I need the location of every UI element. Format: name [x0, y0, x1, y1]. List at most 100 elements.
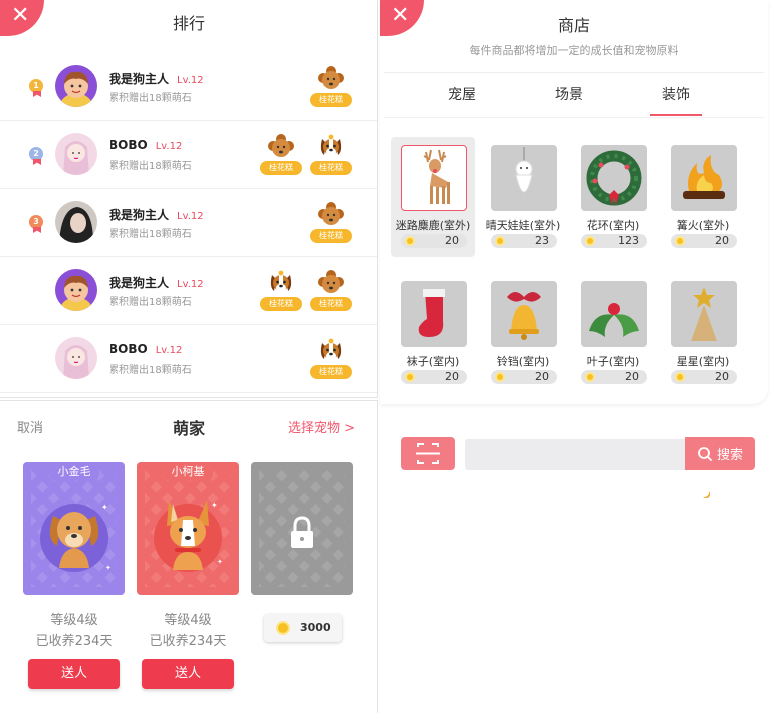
pet-card[interactable]: ✦ ✦ 小金毛	[23, 462, 125, 595]
lock-icon	[259, 470, 345, 587]
unlock-price-value: 3000	[300, 621, 331, 634]
shop-subtitle: 每件商品都将增加一定的成长值和宠物原料	[469, 44, 679, 57]
wreath-icon	[581, 145, 647, 211]
ranking-row[interactable]: 3 我是狗主人 Lv.12 累积赠出18颗萌石 桂花糕	[0, 189, 377, 257]
item-price-value: 20	[715, 370, 729, 383]
shop-item[interactable]: 篝火(室外) 20	[661, 137, 745, 257]
beagle-dog-icon	[318, 133, 344, 161]
avatar[interactable]	[55, 269, 97, 311]
svg-text:✦: ✦	[211, 501, 218, 510]
beagle-dog-icon	[268, 269, 294, 297]
ranking-row[interactable]: 1 我是狗主人 Lv.12 累积赠出18颗萌石 桂花糕	[0, 53, 377, 121]
bell-icon	[491, 281, 557, 347]
user-level: Lv.12	[177, 75, 204, 86]
pet-badge[interactable]: 桂花糕	[260, 269, 302, 311]
avatar[interactable]	[55, 201, 97, 243]
avatar[interactable]	[55, 65, 97, 107]
corgi-dog-illustration: ✦ ✦	[145, 470, 231, 587]
user-name-text: 我是狗主人	[109, 276, 170, 290]
shop-item[interactable]: 铃铛(室内) 20	[481, 273, 565, 393]
tab-decoration[interactable]: 装饰	[650, 84, 702, 116]
coin-icon	[405, 236, 415, 246]
select-pet-link[interactable]: 选择宠物 >	[288, 417, 355, 436]
item-price: 20	[491, 370, 557, 384]
item-price: 20	[581, 370, 647, 384]
coin-icon	[276, 621, 290, 635]
pet-badge[interactable]: 桂花糕	[310, 133, 352, 175]
coin-icon	[495, 372, 505, 382]
rank-number: 3	[29, 215, 43, 229]
user-level: Lv.12	[177, 211, 204, 222]
rank-medal-icon: 1	[27, 77, 47, 97]
shop-item[interactable]: 花环(室内) 123	[571, 137, 655, 257]
rank-number: 2	[29, 147, 43, 161]
golden-dog-illustration: ✦ ✦	[31, 470, 117, 587]
pet-list: 桂花糕	[310, 201, 352, 243]
pet-level: 等级4级	[164, 613, 212, 628]
medal-ribbon	[33, 159, 41, 165]
item-price-value: 20	[715, 234, 729, 247]
avatar[interactable]	[55, 337, 97, 379]
item-price-value: 20	[535, 370, 549, 383]
pet-badge[interactable]: 桂花糕	[310, 201, 352, 243]
search-input[interactable]	[465, 439, 687, 470]
pet-badge[interactable]: 桂花糕	[310, 337, 352, 379]
unlock-price-button[interactable]: 3000	[264, 614, 342, 642]
ranking-title: 排行	[172, 14, 205, 33]
star-tree-icon	[671, 281, 737, 347]
pet-list: 桂花糕	[310, 65, 352, 107]
pet-card[interactable]: ✦ ✦ 小柯基	[137, 462, 239, 595]
item-name: 铃铛(室内)	[496, 355, 550, 368]
pet-badge[interactable]: 桂花糕	[310, 65, 352, 107]
pet-name-tag: 桂花糕	[310, 93, 352, 107]
avatar[interactable]	[55, 133, 97, 175]
shop-tabs: 宠屋 场景 装饰	[380, 84, 768, 118]
tab-house[interactable]: 宠屋	[422, 84, 502, 116]
pet-adopted-days: 已收养234天	[149, 634, 227, 649]
pet-badge[interactable]: 桂花糕	[310, 269, 352, 311]
item-name: 迷路麋鹿(室外)	[395, 219, 471, 232]
loading-spinner-icon	[703, 491, 710, 498]
pet-name-tag: 桂花糕	[260, 297, 302, 311]
shop-item[interactable]: 晴天娃娃(室外) 23	[481, 137, 565, 257]
shop-item[interactable]: 迷路麋鹿(室外) 20	[391, 137, 475, 257]
give-away-button[interactable]: 送人	[28, 659, 120, 689]
rank-number: 1	[29, 79, 43, 93]
teru-teru-bozu-icon	[491, 145, 557, 211]
pet-name-tag: 桂花糕	[310, 365, 352, 379]
shop-item[interactable]: 叶子(室内) 20	[571, 273, 655, 393]
app-screens: ✕ 排行 1 我是狗主人 Lv.12 累积赠出18颗萌石 桂花糕 2 BOBO Lv.12 累积…	[0, 0, 781, 713]
item-price: 20	[401, 234, 467, 248]
scan-button[interactable]	[401, 437, 455, 470]
tab-scene[interactable]: 场景	[529, 84, 609, 116]
beagle-dog-icon	[318, 337, 344, 365]
reindeer-icon	[401, 145, 467, 211]
pet-level: 等级4级	[50, 613, 98, 628]
holly-leaf-icon	[581, 281, 647, 347]
locked-pet-card[interactable]	[251, 462, 353, 595]
search-button-label: 搜索	[716, 448, 743, 463]
ranking-list: 1 我是狗主人 Lv.12 累积赠出18颗萌石 桂花糕 2 BOBO Lv.12 累积赠出18颗…	[0, 53, 377, 393]
item-name: 叶子(室内)	[586, 355, 640, 368]
ranking-row[interactable]: 2 BOBO Lv.12 累积赠出18颗萌石 桂花糕 桂花糕	[0, 121, 377, 189]
pet-list: 桂花糕 桂花糕	[260, 133, 352, 175]
ranking-row[interactable]: BOBO Lv.12 累积赠出18颗萌石 桂花糕	[0, 325, 377, 393]
ranking-row[interactable]: 我是狗主人 Lv.12 累积赠出18颗萌石 桂花糕 桂花糕	[0, 257, 377, 325]
user-name-text: BOBO	[109, 138, 148, 152]
pet-badge[interactable]: 桂花糕	[260, 133, 302, 175]
search-button[interactable]: 搜索	[685, 437, 755, 470]
poodle-dog-icon	[318, 65, 344, 93]
shop-item[interactable]: 袜子(室内) 20	[391, 273, 475, 393]
gift-count: 累积赠出18颗萌石	[109, 93, 192, 104]
divider	[384, 117, 764, 118]
user-name: BOBO Lv.12	[109, 138, 182, 152]
shop-item[interactable]: 星星(室内) 20	[661, 273, 745, 393]
ranking-panel: ✕ 排行 1 我是狗主人 Lv.12 累积赠出18颗萌石 桂花糕 2 BOBO Lv.12 累积…	[0, 0, 378, 398]
give-away-button[interactable]: 送人	[142, 659, 234, 689]
pet-card-name: 小柯基	[163, 464, 213, 480]
user-name-text: 我是狗主人	[109, 72, 170, 86]
stocking-icon	[401, 281, 467, 347]
pet-list: 桂花糕 桂花糕	[260, 269, 352, 311]
home-panel: 取消 萌家 选择宠物 > ✦ ✦ 小金毛 等级4级 已收养234天 送人 ✦ ✦ 小柯基 等级4级…	[0, 400, 378, 713]
user-name: 我是狗主人 Lv.12	[109, 274, 204, 291]
